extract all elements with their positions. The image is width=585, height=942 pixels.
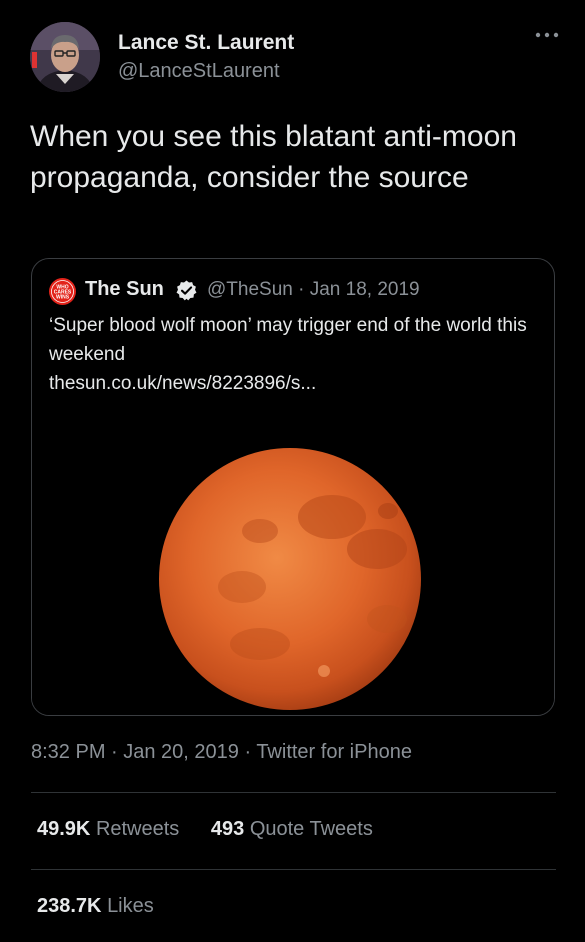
- quote-tweets-count: 493: [210, 818, 245, 840]
- quoted-tweet-card[interactable]: WHO CARES WINS The Sun @TheSun · Jan 18,…: [31, 258, 555, 716]
- quoted-tweet-text: ‘Super blood wolf moon’ may trigger end …: [49, 315, 527, 365]
- author-display-name[interactable]: Lance St. Laurent: [118, 31, 294, 55]
- engagement-stats: 49.9K Retweets 493 Quote Tweets: [37, 818, 399, 841]
- likes-count: 238.7K: [37, 895, 102, 917]
- profile-photo-icon: [30, 22, 100, 92]
- quote-tweets-label: Quote Tweets: [249, 818, 373, 840]
- quote-tweets-stat[interactable]: 493 Quote Tweets: [211, 818, 373, 841]
- tweet-header: Lance St. Laurent @LanceStLaurent: [30, 22, 560, 94]
- retweets-count: 49.9K: [37, 818, 91, 840]
- verified-badge-icon: [176, 280, 197, 301]
- likes-label: Likes: [107, 895, 154, 917]
- quoted-author-name[interactable]: The Sun: [85, 278, 164, 301]
- the-sun-logo-icon[interactable]: WHO CARES WINS: [49, 278, 76, 305]
- quoted-tweet-link[interactable]: thesun.co.uk/news/8223896/s...: [49, 369, 316, 398]
- author-handle[interactable]: @LanceStLaurent: [118, 60, 280, 83]
- retweets-label: Retweets: [95, 818, 180, 840]
- tweet-timestamp[interactable]: 8:32 PM · Jan 20, 2019 · Twitter for iPh…: [31, 741, 412, 764]
- divider: [31, 792, 556, 793]
- tweet-text: When you see this blatant anti-moon prop…: [30, 120, 517, 194]
- likes-stat[interactable]: 238.7K Likes: [37, 895, 154, 918]
- svg-text:WINS: WINS: [56, 295, 70, 301]
- more-options-icon[interactable]: [534, 28, 560, 42]
- avatar[interactable]: [30, 22, 100, 92]
- divider: [31, 869, 556, 870]
- retweets-stat[interactable]: 49.9K Retweets: [37, 818, 179, 841]
- quoted-tweet-meta: @TheSun · Jan 18, 2019: [207, 279, 420, 300]
- red-moon-image[interactable]: [32, 409, 554, 715]
